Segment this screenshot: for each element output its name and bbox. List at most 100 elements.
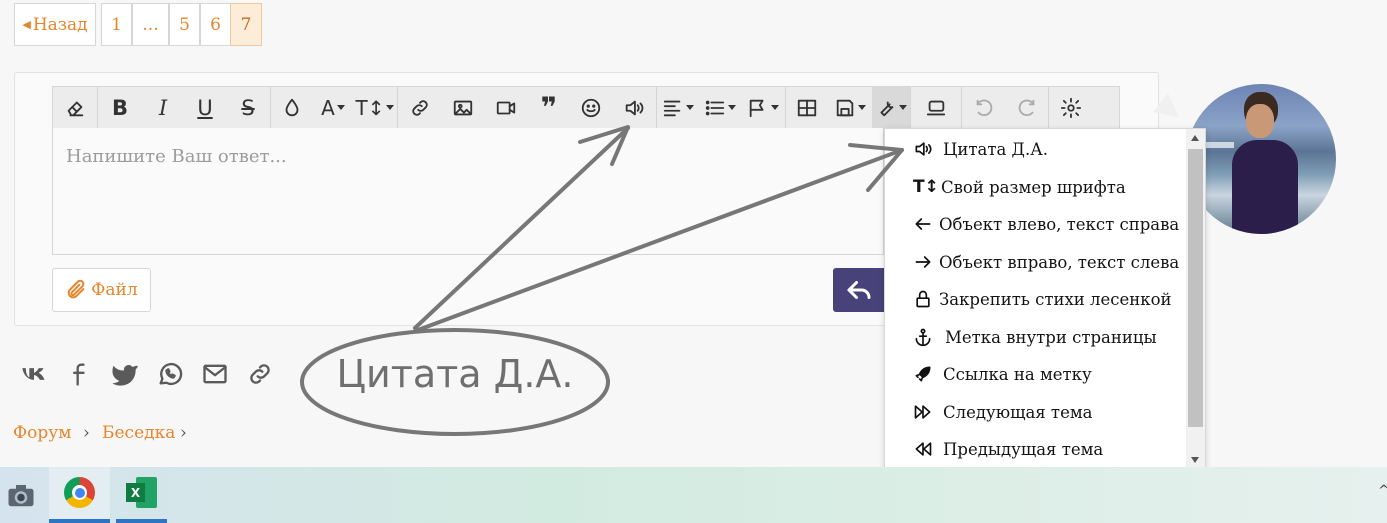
link-button[interactable] [398, 87, 442, 128]
send-reply-button[interactable] [833, 268, 885, 312]
chevron-down-icon [858, 105, 866, 110]
list-icon [705, 100, 725, 115]
color-button[interactable] [271, 87, 313, 128]
arrow-left-icon [915, 218, 931, 230]
strike-icon: S [241, 95, 255, 120]
italic-icon: I [158, 95, 168, 120]
menu-item-anchor[interactable]: Метка внутри страницы [913, 324, 1157, 350]
settings-icon [1060, 97, 1082, 118]
font-size-button[interactable]: T↕ [353, 87, 397, 128]
menu-item-anchor-link[interactable]: Ссылка на метку [913, 361, 1092, 387]
reply-icon [847, 281, 871, 299]
menu-item-quote-da[interactable]: Цитата Д.А. [913, 136, 1048, 162]
quote-button[interactable]: ❞ [528, 87, 570, 128]
undo-button[interactable] [962, 87, 1006, 128]
link-icon[interactable] [246, 360, 274, 388]
paperclip-icon [67, 279, 85, 299]
rocket-icon [915, 366, 931, 382]
table-icon [797, 99, 817, 116]
volume-icon [915, 142, 932, 156]
page-7-current[interactable]: 7 [230, 3, 262, 46]
tray-chevron-icon[interactable]: ^ [1378, 483, 1387, 499]
wrench-dropdown-menu: Цитата Д.А. T↕ Свой размер шрифта Объект … [884, 128, 1206, 468]
menu-item-next-topic[interactable]: Следующая тема [913, 399, 1093, 425]
font-button[interactable]: A [313, 87, 353, 128]
chrome-icon [64, 477, 95, 508]
smile-button[interactable] [570, 87, 612, 128]
color-drop-icon [285, 98, 299, 116]
italic-button[interactable]: I [142, 87, 184, 128]
wrench-button[interactable] [872, 87, 910, 128]
mail-icon[interactable] [201, 360, 229, 388]
editor-placeholder: Напишите Ваш ответ... [66, 146, 287, 167]
fast-backward-icon [915, 442, 932, 456]
taskbar: X ^ [0, 467, 1387, 523]
volume-icon [625, 100, 644, 115]
camera-app[interactable] [0, 473, 42, 517]
chevron-down-icon [336, 105, 345, 110]
align-icon [663, 100, 681, 116]
flag-icon [749, 99, 764, 117]
page-5[interactable]: 5 [169, 3, 200, 46]
twitter-icon[interactable] [110, 360, 138, 388]
breadcrumb-beseda[interactable]: Беседка [102, 423, 175, 443]
underline-button[interactable]: U [184, 87, 226, 128]
settings-button[interactable] [1049, 87, 1093, 128]
image-button[interactable] [442, 87, 484, 128]
menu-scrollbar-thumb[interactable] [1188, 149, 1203, 427]
menu-item-object-left[interactable]: Объект влево, текст справа [913, 211, 1179, 237]
align-button[interactable] [657, 87, 699, 128]
menu-item-font-size[interactable]: T↕ Свой размер шрифта [913, 174, 1126, 200]
avatar[interactable] [1186, 84, 1336, 234]
attach-file-button[interactable]: Файл [52, 268, 151, 312]
list-button[interactable] [699, 87, 741, 128]
volume-button[interactable] [612, 87, 656, 128]
chevron-down-icon [386, 105, 395, 110]
breadcrumb-forum[interactable]: Форум [13, 423, 71, 443]
underline-icon: U [197, 95, 213, 120]
bold-button[interactable]: B [98, 87, 142, 128]
scroll-down-icon[interactable] [1191, 457, 1199, 463]
preview-icon [926, 100, 946, 115]
flag-button[interactable] [741, 87, 785, 128]
excel-app[interactable]: X [116, 467, 167, 523]
whatsapp-icon[interactable] [156, 360, 184, 388]
vk-icon[interactable] [20, 360, 48, 388]
page-ellipsis[interactable]: ... [132, 3, 169, 46]
reply-editor[interactable]: Напишите Ваш ответ... [52, 128, 884, 255]
chevron-down-icon [771, 105, 779, 110]
back-button[interactable]: ◀ Назад [14, 3, 96, 46]
chevron-down-icon [899, 105, 907, 110]
scroll-up-icon[interactable] [1191, 135, 1199, 141]
anchor-icon [915, 328, 931, 347]
smile-icon [581, 98, 601, 117]
menu-item-lock-verse[interactable]: Закрепить стихи лесенкой [913, 286, 1172, 312]
strike-button[interactable]: S [226, 87, 270, 128]
quote-icon: ❞ [540, 91, 558, 124]
lock-icon [916, 290, 930, 308]
chevron-down-icon [728, 105, 736, 110]
camera-icon [8, 485, 34, 507]
page-6[interactable]: 6 [200, 3, 231, 46]
video-button[interactable] [484, 87, 528, 128]
save-icon [836, 99, 854, 116]
undo-icon [976, 99, 993, 116]
facebook-icon[interactable] [66, 360, 94, 388]
save-button[interactable] [828, 87, 872, 128]
page-1[interactable]: 1 [101, 3, 132, 46]
preview-button[interactable] [911, 87, 961, 128]
wrench-icon [880, 101, 894, 116]
arrow-right-icon [915, 256, 931, 268]
chevron-right-icon: › [83, 423, 90, 443]
fast-forward-icon [914, 405, 931, 419]
menu-item-prev-topic[interactable]: Предыдущая тема [913, 436, 1103, 462]
menu-item-object-right[interactable]: Объект вправо, текст слева [913, 249, 1179, 275]
chevron-right-icon: › [180, 423, 187, 443]
annotation-label: Цитата Д.А. [336, 352, 574, 396]
redo-button[interactable] [1006, 87, 1048, 128]
video-icon [496, 101, 516, 114]
eraser-button[interactable] [53, 87, 97, 128]
table-button[interactable] [786, 87, 828, 128]
chrome-app[interactable] [49, 467, 110, 523]
font-size-icon: T↕ [355, 95, 385, 120]
